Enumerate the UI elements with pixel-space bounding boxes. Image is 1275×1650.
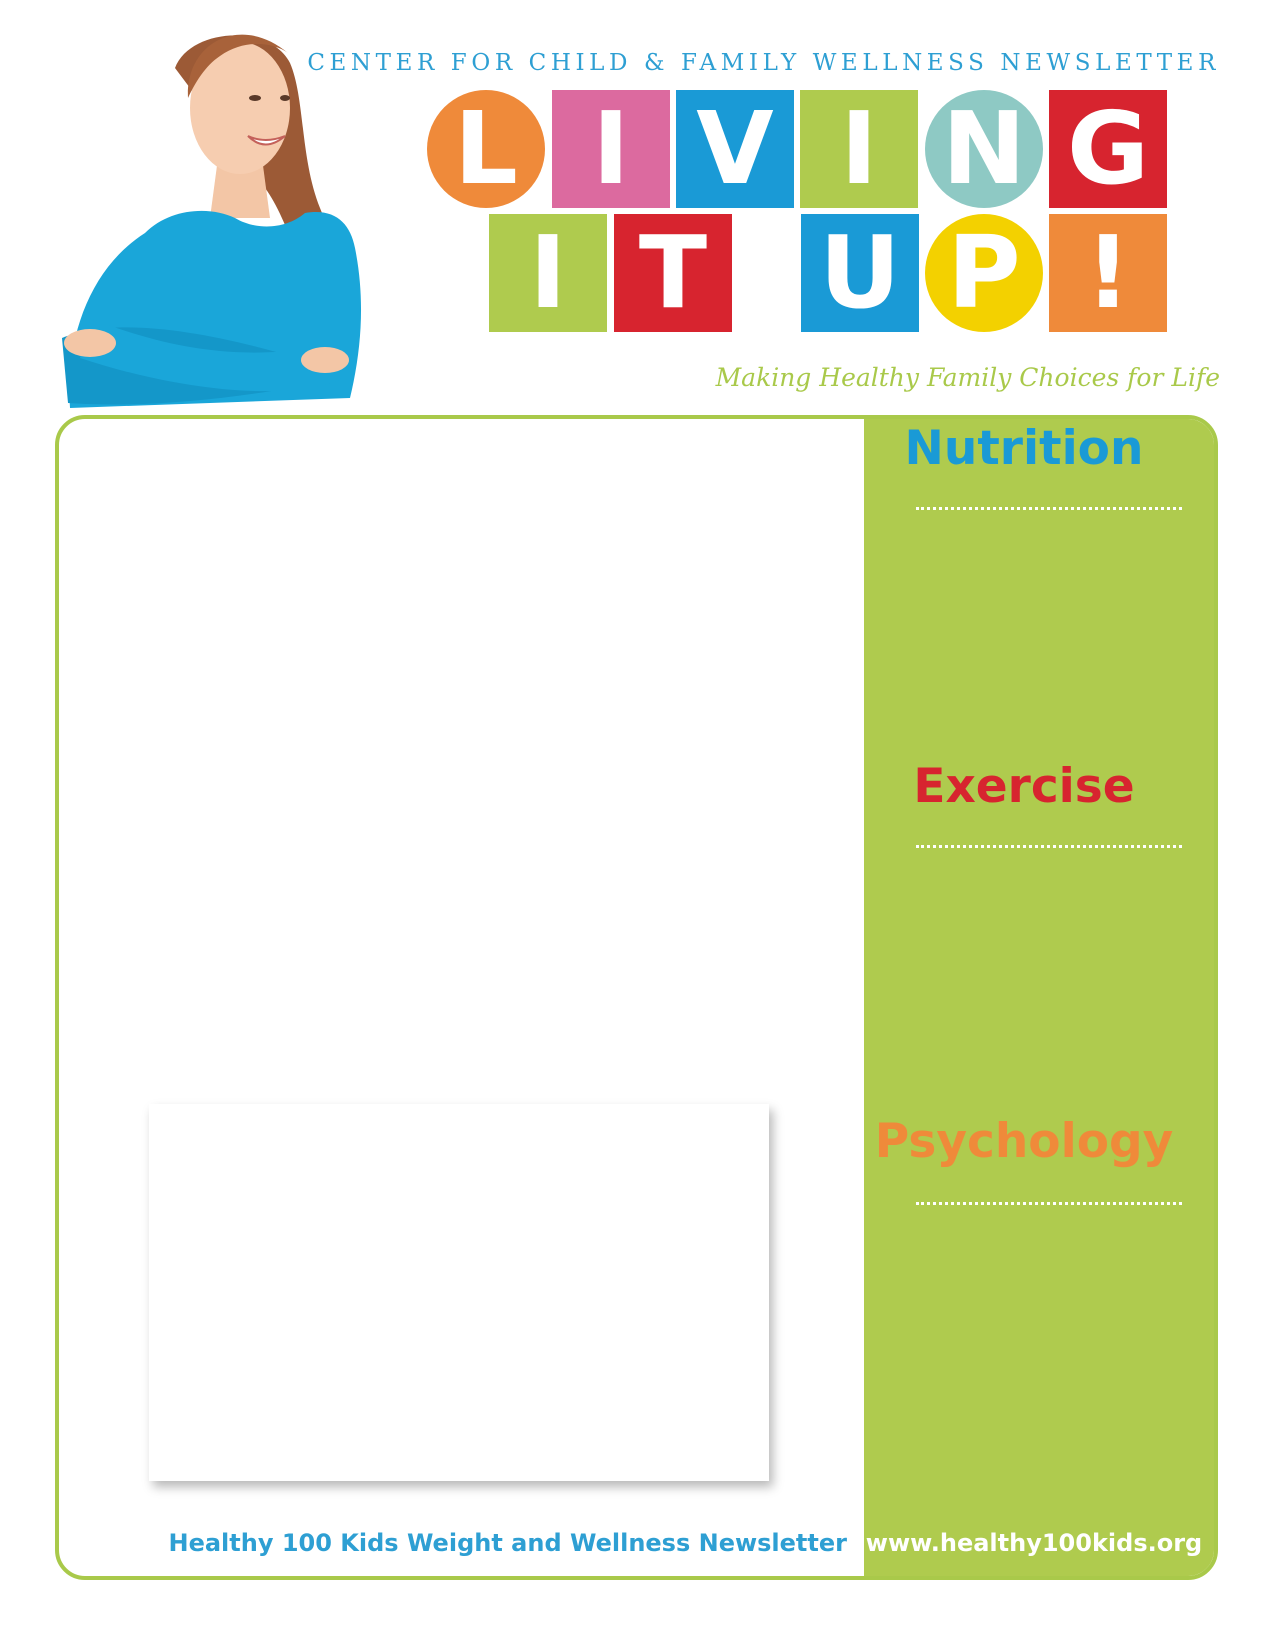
tagline: Making Healthy Family Choices for Life xyxy=(715,363,1220,392)
newsletter-name: Healthy 100 Kids Weight and Wellness New… xyxy=(168,1529,848,1557)
photo-placeholder xyxy=(149,1104,769,1481)
divider xyxy=(916,845,1182,848)
logo-letter: G xyxy=(1049,90,1167,208)
section-heading-nutrition: Nutrition xyxy=(904,421,1144,476)
logo-letter: I xyxy=(800,90,918,208)
logo-letter: N xyxy=(925,90,1043,208)
logo-letter: L xyxy=(427,90,545,208)
divider xyxy=(916,507,1182,510)
logo-letter: ! xyxy=(1049,214,1167,332)
website-link[interactable]: www.healthy100kids.org xyxy=(864,1529,1204,1557)
content-frame: Healthy 100 Kids Weight and Wellness New… xyxy=(55,415,1218,1580)
topics-sidebar: Nutrition Exercise Psychology www.health… xyxy=(864,419,1214,1576)
logo-letter: T xyxy=(614,214,732,332)
logo-letter: I xyxy=(552,90,670,208)
divider xyxy=(916,1202,1182,1205)
section-heading-psychology: Psychology xyxy=(874,1114,1174,1169)
logo-letter: U xyxy=(801,214,919,332)
section-heading-exercise: Exercise xyxy=(913,759,1135,814)
org-title: CENTER FOR CHILD & FAMILY WELLNESS NEWSL… xyxy=(307,50,1220,76)
logo-letter: P xyxy=(925,214,1043,332)
logo-letter: I xyxy=(489,214,607,332)
logo-letter: V xyxy=(676,90,794,208)
